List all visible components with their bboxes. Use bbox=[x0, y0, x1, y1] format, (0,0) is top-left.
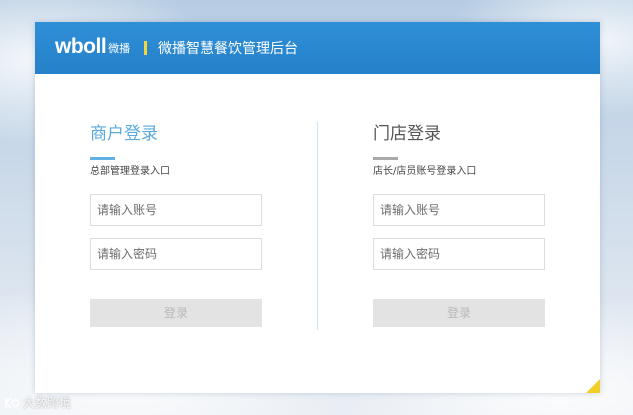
system-title: 微播智慧餐饮管理后台 bbox=[158, 41, 298, 57]
merchant-title-underline bbox=[90, 157, 115, 160]
merchant-password-input[interactable] bbox=[90, 238, 262, 270]
logo-subtext: 微播 bbox=[108, 42, 131, 55]
store-login-section: 门店登录 店长/店员账号登录入口 登录 bbox=[373, 122, 545, 327]
merchant-login-button[interactable]: 登录 bbox=[90, 299, 262, 327]
header-separator bbox=[144, 41, 147, 55]
merchant-login-section: 商户登录 总部管理登录入口 登录 bbox=[90, 122, 262, 327]
watermark: 大数跨境 bbox=[4, 394, 71, 411]
logo-wordmark: wboll bbox=[55, 35, 107, 58]
watermark-text: 大数跨境 bbox=[23, 396, 72, 410]
store-title-underline bbox=[373, 157, 398, 160]
store-login-subtitle: 店长/店员账号登录入口 bbox=[373, 166, 477, 177]
store-login-title: 门店登录 bbox=[373, 124, 441, 144]
store-password-input[interactable] bbox=[373, 238, 545, 270]
brand-logo: wboll 微播 bbox=[55, 33, 130, 61]
merchant-login-title: 商户登录 bbox=[90, 124, 158, 144]
merchant-login-subtitle: 总部管理登录入口 bbox=[90, 166, 170, 177]
store-login-button[interactable]: 登录 bbox=[373, 299, 545, 327]
section-divider bbox=[317, 122, 318, 330]
store-account-input[interactable] bbox=[373, 194, 545, 226]
corner-accent bbox=[586, 379, 600, 393]
header-bar: wboll 微播 微播智慧餐饮管理后台 bbox=[35, 22, 600, 74]
merchant-account-input[interactable] bbox=[90, 194, 262, 226]
watermark-logo-icon bbox=[4, 396, 20, 410]
login-panel: wboll 微播 微播智慧餐饮管理后台 商户登录 总部管理登录入口 登录 门店登… bbox=[35, 22, 600, 393]
